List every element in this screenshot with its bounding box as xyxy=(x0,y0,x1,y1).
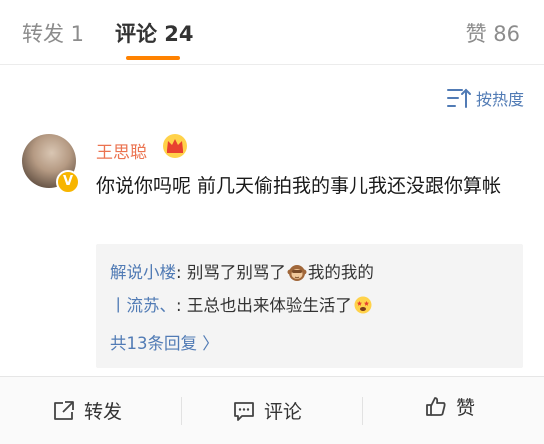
reply-preview-box[interactable]: 解说小楼: 别骂了别骂了 我的我的 丨流苏、: 王总也出来体验生活了 共13条回… xyxy=(96,244,523,368)
reply-separator: : xyxy=(176,296,187,315)
reply-username[interactable]: 解说小楼 xyxy=(110,263,176,282)
divider xyxy=(181,397,182,425)
view-all-replies-link[interactable]: 共13条回复 〉 xyxy=(110,330,219,354)
divider xyxy=(362,397,363,425)
repost-label: 转发 xyxy=(84,401,123,423)
thumbs-up-icon xyxy=(426,396,446,416)
crown-icon xyxy=(163,134,187,158)
tab-bar: 转发 1 评论 24 赞 86 xyxy=(0,0,544,64)
comment-label: 评论 xyxy=(264,401,303,423)
like-label: 赞 xyxy=(456,397,476,419)
sort-by-hot-button[interactable]: 按热度 xyxy=(446,86,524,110)
reply-separator: : xyxy=(176,263,187,282)
action-bar: 转发 评论 赞 xyxy=(0,377,544,444)
divider xyxy=(0,64,544,65)
star-struck-emoji-icon xyxy=(354,296,372,314)
comment-text: 你说你吗呢 前几天偷拍我的事儿我还没跟你算帐 xyxy=(96,175,502,197)
reply-text: 别骂了别骂了 xyxy=(186,263,286,282)
repost-button[interactable]: 转发 xyxy=(52,397,122,424)
reply-item: 丨流苏、: 王总也出来体验生活了 xyxy=(110,292,374,316)
comment-bubble-icon xyxy=(234,401,254,421)
verified-v-icon: V xyxy=(56,170,80,194)
tab-repost[interactable]: 转发 1 xyxy=(22,18,84,48)
reply-text: 王总也出来体验生活了 xyxy=(186,296,352,315)
tab-likes[interactable]: 赞 86 xyxy=(466,18,520,48)
sort-label: 按热度 xyxy=(475,90,524,109)
comment-button[interactable]: 评论 xyxy=(232,397,302,424)
tab-comments[interactable]: 评论 24 xyxy=(115,18,194,48)
sort-lines-icon xyxy=(446,88,471,108)
comment-username[interactable]: 王思聪 xyxy=(96,138,147,163)
share-icon xyxy=(54,400,74,420)
reply-text-end: 我的我的 xyxy=(307,263,374,282)
active-tab-indicator xyxy=(126,56,180,60)
monkey-emoji-icon xyxy=(287,265,307,281)
reply-item: 解说小楼: 别骂了别骂了 我的我的 xyxy=(110,259,374,283)
like-button[interactable]: 赞 xyxy=(424,393,475,420)
reply-username[interactable]: 丨流苏、 xyxy=(110,296,176,315)
